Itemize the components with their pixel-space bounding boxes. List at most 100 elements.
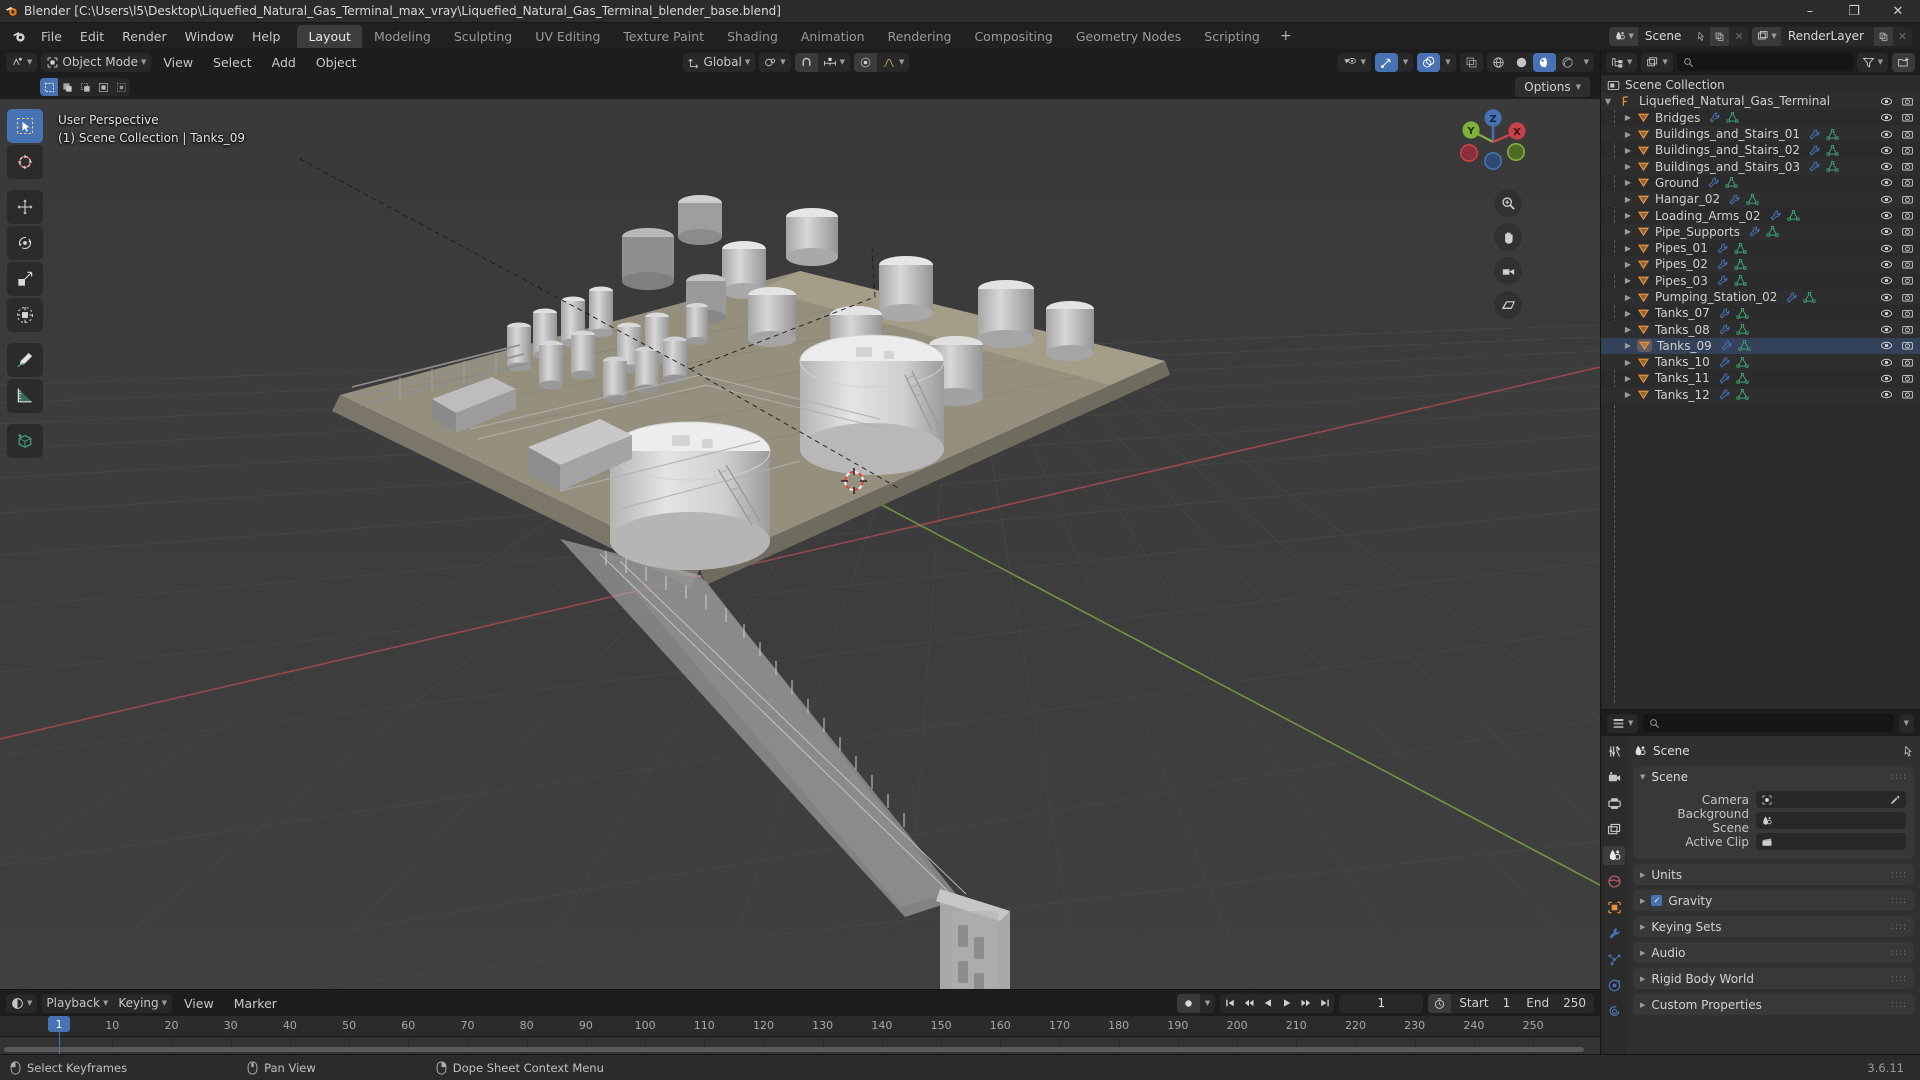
modifier-icon[interactable] — [1718, 388, 1731, 401]
navigation-gizmo[interactable]: Z Y X — [1452, 101, 1534, 183]
mesh-data-icon[interactable] — [1734, 274, 1747, 287]
timeline-menu-view[interactable]: View — [176, 993, 222, 1014]
mesh-data-icon[interactable] — [1736, 356, 1749, 369]
disable-in-render-icon[interactable] — [1901, 95, 1914, 108]
outliner-editor[interactable]: ▼ ▼ ▼ Scene Collection ▼ Liquefied_Natur… — [1600, 49, 1920, 709]
menu-file[interactable]: File — [32, 26, 71, 47]
timeline-scrollbar[interactable] — [4, 1047, 1584, 1052]
editor-type-icon[interactable]: ▼ — [6, 53, 37, 72]
view-layer-tab[interactable] — [1603, 820, 1625, 839]
move-tool[interactable] — [7, 190, 43, 224]
mesh-data-icon[interactable] — [1725, 176, 1738, 189]
proportional-edit-controls[interactable]: ▼ — [853, 52, 910, 72]
outliner-row-tanks_09[interactable]: ▶ Tanks_09 — [1601, 337, 1920, 355]
properties-options-icon[interactable]: ▼ — [1899, 714, 1914, 733]
outliner-row-tanks_11[interactable]: ▶ Tanks_11 — [1601, 370, 1920, 386]
panel-expand-icon[interactable]: ▶ — [1640, 949, 1645, 957]
hide-in-viewport-icon[interactable] — [1880, 339, 1893, 352]
hide-in-viewport-icon[interactable] — [1880, 225, 1893, 238]
current-frame-field[interactable]: 1 — [1339, 993, 1424, 1013]
workspace-tab-rendering[interactable]: Rendering — [877, 25, 963, 48]
disable-in-render-icon[interactable] — [1901, 339, 1914, 352]
tool-tab[interactable] — [1603, 742, 1625, 761]
expand-icon[interactable]: ▶ — [1621, 211, 1635, 220]
workspace-tab-shading[interactable]: Shading — [716, 25, 789, 48]
disable-in-render-icon[interactable] — [1901, 242, 1914, 255]
view-layer-display-icon[interactable]: ▼ — [1641, 53, 1672, 72]
disable-in-render-icon[interactable] — [1901, 307, 1914, 320]
hide-in-viewport-icon[interactable] — [1880, 291, 1893, 304]
workspace-tab-scripting[interactable]: Scripting — [1193, 25, 1271, 48]
end-frame-field[interactable]: End 250 — [1518, 996, 1594, 1010]
hide-in-viewport-icon[interactable] — [1880, 372, 1893, 385]
properties-options-dropdown[interactable]: ▼ — [1898, 713, 1914, 733]
outliner-row-loading_arms_02[interactable]: ▶ Loading_Arms_02 — [1601, 207, 1920, 223]
hide-in-viewport-icon[interactable] — [1880, 388, 1893, 401]
expand-icon[interactable]: ▶ — [1621, 178, 1635, 187]
select-subtract-button[interactable] — [76, 78, 94, 96]
mesh-data-icon[interactable] — [1738, 339, 1751, 352]
physics-tab[interactable] — [1603, 976, 1625, 995]
filter-icon[interactable]: ▼ — [1857, 53, 1888, 72]
expand-icon[interactable]: ▶ — [1621, 130, 1635, 139]
close-button[interactable]: ✕ — [1876, 0, 1920, 23]
hide-in-viewport-icon[interactable] — [1880, 323, 1893, 336]
outliner-search-input[interactable] — [1676, 53, 1853, 71]
expand-icon[interactable]: ▶ — [1621, 244, 1635, 253]
xray-toggle[interactable] — [1460, 53, 1483, 72]
modifier-icon[interactable] — [1716, 242, 1729, 255]
hide-in-viewport-icon[interactable] — [1880, 193, 1893, 206]
xray-toggle-box[interactable] — [1459, 52, 1483, 72]
workspace-tab-modeling[interactable]: Modeling — [363, 25, 442, 48]
playback-menu-label-wrap[interactable]: Playback ▼ — [41, 994, 113, 1013]
camera-view-icon[interactable] — [1494, 257, 1522, 285]
mesh-data-icon[interactable] — [1734, 242, 1747, 255]
properties-search-input[interactable] — [1643, 714, 1894, 732]
expand-icon[interactable]: ▶ — [1621, 195, 1635, 204]
menu-help[interactable]: Help — [243, 26, 290, 47]
pin-id-icon[interactable] — [1901, 745, 1914, 758]
outliner-row-bridges[interactable]: ▶ Bridges — [1601, 110, 1920, 126]
zoom-icon[interactable] — [1494, 189, 1522, 217]
keying-menu-label-wrap[interactable]: Keying ▼ — [113, 994, 172, 1013]
workspace-tab-geometry-nodes[interactable]: Geometry Nodes — [1065, 25, 1192, 48]
transform-orientation-dropdown[interactable]: Global ▼ — [683, 53, 756, 72]
measure-tool[interactable] — [7, 379, 43, 413]
expand-icon[interactable]: ▶ — [1621, 358, 1635, 367]
hide-in-viewport-icon[interactable] — [1880, 95, 1893, 108]
use-preview-range-icon[interactable] — [1428, 993, 1452, 1013]
scene-icon[interactable]: ▼ — [1609, 26, 1638, 46]
mesh-data-icon[interactable] — [1736, 307, 1749, 320]
jump-to-start-button[interactable] — [1220, 994, 1239, 1013]
timeline-editor[interactable]: ▼ Playback ▼ Keying ▼ View Marker ▼ 1 St… — [0, 989, 1600, 1058]
modifier-icon[interactable] — [1728, 193, 1741, 206]
select-intersect-button[interactable] — [112, 78, 130, 96]
select-box-tool[interactable] — [7, 109, 43, 143]
menu-render[interactable]: Render — [113, 26, 176, 47]
visibility-selector[interactable]: ▼ — [1338, 52, 1371, 72]
outliner-object-list[interactable]: ▶ Bridges ▶ Buildings_and_Stairs_01 ▶ Buildin… — [1601, 110, 1920, 403]
modifier-icon[interactable] — [1716, 258, 1729, 271]
panel-units[interactable]: ▶ Units:::: — [1633, 864, 1914, 885]
outliner-row-pipes_01[interactable]: ▶ Pipes_01 — [1601, 240, 1920, 256]
modifier-icon[interactable] — [1708, 111, 1721, 124]
properties-editor[interactable]: ▼ ▼ Scene ▼ Scene:::: Camera Background… — [1600, 709, 1920, 1055]
new-scene-icon[interactable] — [1710, 26, 1730, 46]
panel-checkbox[interactable]: ✓ — [1651, 895, 1663, 906]
toggle-perspective-icon[interactable] — [1494, 291, 1522, 319]
expand-icon[interactable]: ▶ — [1621, 113, 1635, 122]
outliner-row-buildings_and_stairs_03[interactable]: ▶ Buildings_and_Stairs_03 — [1601, 158, 1920, 175]
shading-mode-selector[interactable]: ▼ — [1486, 52, 1594, 72]
workspace-tab-uv-editing[interactable]: UV Editing — [524, 25, 611, 48]
playhead-handle[interactable]: 1 — [48, 1016, 70, 1032]
new-collection-button[interactable] — [1892, 52, 1915, 72]
viewport-options-button[interactable]: Options ▼ — [1515, 77, 1590, 97]
viewport-menu-view[interactable]: View — [155, 52, 201, 73]
panel-expand-icon[interactable]: ▶ — [1640, 897, 1645, 905]
outliner-row-hangar_02[interactable]: ▶ Hangar_02 — [1601, 191, 1920, 208]
disable-in-render-icon[interactable] — [1901, 209, 1914, 222]
disable-in-render-icon[interactable] — [1901, 160, 1914, 173]
viewport-canvas[interactable] — [0, 99, 1600, 989]
mesh-data-icon[interactable] — [1736, 372, 1749, 385]
modifier-icon[interactable] — [1707, 176, 1720, 189]
